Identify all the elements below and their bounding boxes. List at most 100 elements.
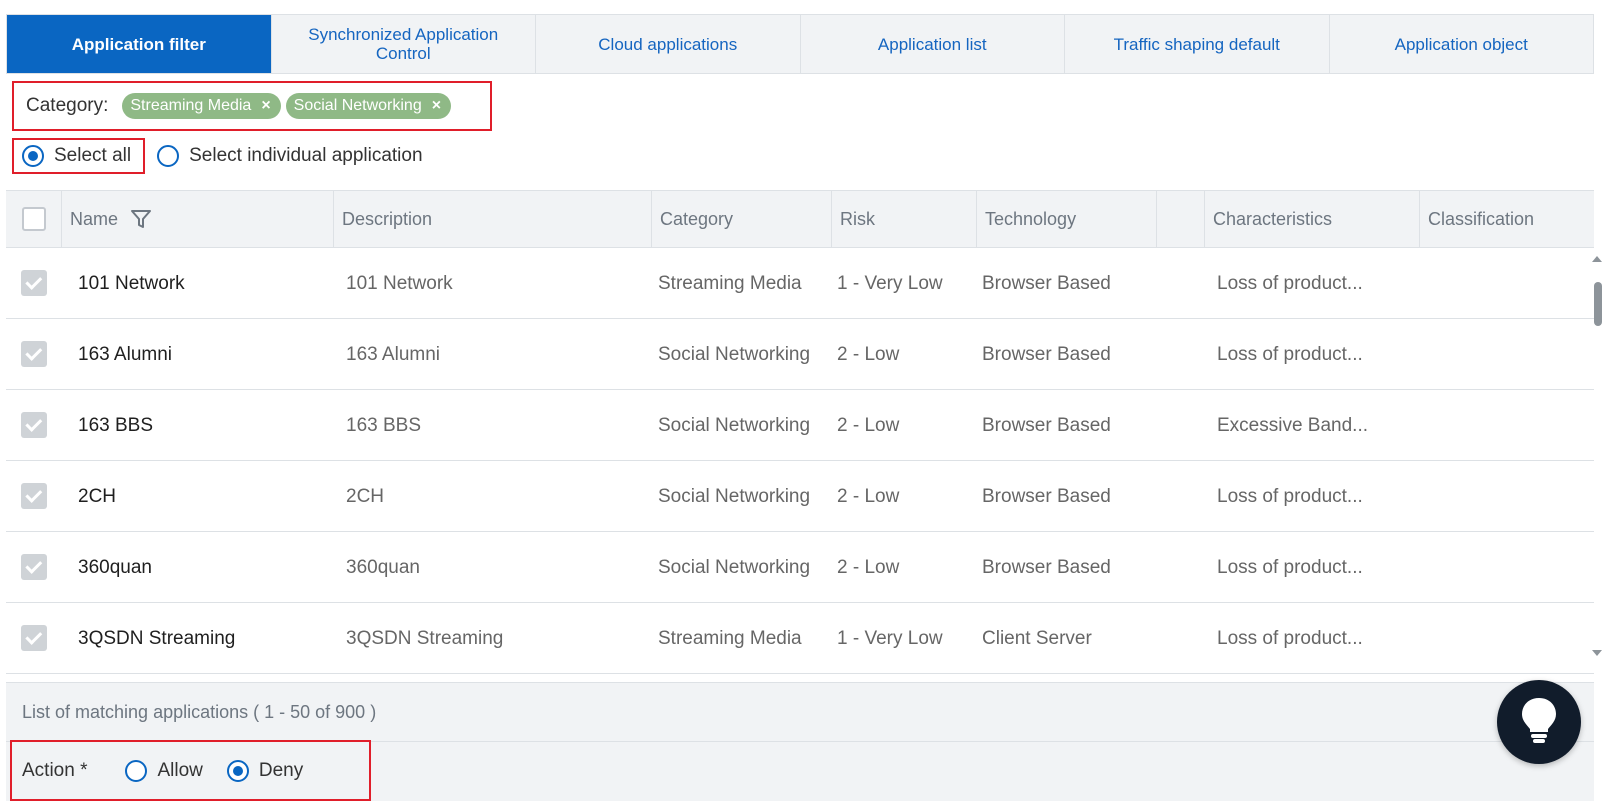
row-risk: 2 - Low [837, 343, 900, 365]
row-name: 360quan [78, 556, 152, 578]
remove-chip-icon[interactable]: × [432, 97, 441, 115]
header-risk[interactable]: Risk [832, 191, 977, 247]
select-all-checkbox[interactable] [21, 207, 46, 231]
row-select-cell [6, 461, 62, 531]
tab-application-filter[interactable]: Application filter [7, 15, 272, 73]
row-name: 163 BBS [78, 414, 153, 436]
table-row[interactable]: 2CH 2CH Social Networking 2 - Low Browser Ba… [6, 461, 1594, 532]
table-body: 101 Network 101 Network Streaming Media 1 -… [6, 248, 1594, 674]
header-characteristics[interactable]: Characteristics [1205, 191, 1420, 247]
scroll-up-icon[interactable] [1592, 256, 1602, 262]
tab-traffic-shaping-default[interactable]: Traffic shaping default [1065, 15, 1330, 73]
matching-applications-count: List of matching applications ( 1 - 50 o… [6, 682, 1594, 742]
category-filter: Category: Streaming Media × Social Netwo… [12, 81, 492, 131]
header-classification[interactable]: Classification [1420, 191, 1594, 247]
radio-unchecked-icon[interactable] [157, 145, 180, 167]
row-characteristics: Loss of product... [1217, 627, 1363, 649]
select-all-label: Select all [54, 145, 132, 166]
row-blank [1157, 532, 1205, 602]
header-select-cell [6, 191, 62, 247]
row-name: 2CH [78, 485, 117, 507]
row-name: 101 Network [78, 272, 185, 294]
row-select-cell [6, 390, 62, 460]
row-category: Social Networking [658, 485, 811, 507]
row-risk: 2 - Low [837, 414, 900, 436]
row-characteristics: Loss of product... [1217, 272, 1363, 294]
tab-application-object[interactable]: Application object [1330, 15, 1594, 73]
row-checkbox[interactable] [21, 625, 47, 651]
row-select-cell [6, 248, 62, 318]
row-blank [1157, 461, 1205, 531]
row-name: 3QSDN Streaming [78, 627, 236, 649]
table-header: Name Description Category Risk Technolog… [6, 191, 1594, 248]
radio-unchecked-icon[interactable] [125, 759, 148, 782]
row-characteristics: Loss of product... [1217, 556, 1363, 578]
chip-label: Streaming Media [130, 97, 252, 114]
chip-label: Social Networking [293, 97, 422, 114]
table-row[interactable]: 101 Network 101 Network Streaming Media 1 -… [6, 248, 1594, 319]
table-row[interactable]: 3QSDN Streaming 3QSDN Streaming Streaming … [6, 603, 1594, 674]
scroll-down-icon[interactable] [1592, 650, 1602, 656]
row-technology: Browser Based [982, 485, 1111, 507]
action-radio-group: Action * Allow Deny [10, 740, 371, 801]
row-select-cell [6, 603, 62, 673]
category-label: Category: [26, 95, 109, 116]
header-name-label: Name [70, 208, 119, 229]
row-technology: Browser Based [982, 272, 1111, 294]
header-blank [1157, 191, 1205, 247]
row-characteristics: Loss of product... [1217, 343, 1363, 365]
row-risk: 1 - Very Low [837, 627, 943, 649]
action-label: Action * [22, 759, 88, 781]
tab-synchronized-application-control[interactable]: Synchronized Application Control [272, 15, 536, 73]
action-deny-radio[interactable]: Deny [226, 759, 304, 782]
select-all-radio[interactable]: Select all [22, 145, 131, 167]
header-technology[interactable]: Technology [977, 191, 1157, 247]
row-category: Social Networking [658, 556, 811, 578]
row-category: Streaming Media [658, 272, 802, 294]
radio-checked-icon[interactable] [22, 145, 44, 167]
deny-label: Deny [258, 759, 304, 781]
row-technology: Browser Based [982, 343, 1111, 365]
row-description: 2CH [346, 485, 385, 507]
table-row[interactable]: 163 Alumni 163 Alumni Social Networking 2 -… [6, 319, 1594, 390]
allow-label: Allow [157, 759, 203, 781]
row-description: 360quan [346, 556, 420, 578]
table-row[interactable]: 360quan 360quan Social Networking 2 - Low Br… [6, 532, 1594, 603]
tab-cloud-applications[interactable]: Cloud applications [536, 15, 801, 73]
radio-checked-icon[interactable] [226, 759, 249, 782]
tab-bar: Application filter Synchronized Applicat… [6, 14, 1594, 74]
tab-application-list[interactable]: Application list [801, 15, 1065, 73]
select-individual-radio[interactable]: Select individual application [157, 145, 423, 167]
row-technology: Browser Based [982, 414, 1111, 436]
row-checkbox[interactable] [21, 554, 47, 580]
row-classification [1420, 319, 1594, 389]
row-checkbox[interactable] [21, 412, 47, 438]
scroll-thumb[interactable] [1594, 282, 1602, 326]
header-name[interactable]: Name [62, 191, 334, 247]
row-technology: Client Server [982, 627, 1092, 649]
header-description[interactable]: Description [334, 191, 652, 247]
row-risk: 2 - Low [837, 556, 900, 578]
row-characteristics: Loss of product... [1217, 485, 1363, 507]
row-checkbox[interactable] [21, 341, 47, 367]
row-blank [1157, 248, 1205, 318]
table-row[interactable]: 163 BBS 163 BBS Social Networking 2 - Low Br… [6, 390, 1594, 461]
row-characteristics: Excessive Band... [1217, 414, 1369, 436]
filter-funnel-icon[interactable] [130, 208, 152, 230]
row-select-cell [6, 319, 62, 389]
row-classification [1420, 390, 1594, 460]
app-window: Application filter Synchronized Applicat… [0, 0, 1602, 801]
lightbulb-icon [1519, 696, 1559, 749]
table-scrollbar[interactable] [1590, 256, 1602, 656]
row-checkbox[interactable] [21, 270, 47, 296]
help-button[interactable] [1497, 680, 1581, 764]
row-blank [1157, 390, 1205, 460]
remove-chip-icon[interactable]: × [261, 97, 270, 115]
row-classification [1420, 248, 1594, 318]
select-all-highlight: Select all [12, 138, 146, 174]
row-description: 101 Network [346, 272, 453, 294]
row-category: Streaming Media [658, 627, 802, 649]
action-allow-radio[interactable]: Allow [125, 759, 203, 782]
row-checkbox[interactable] [21, 483, 47, 509]
header-category[interactable]: Category [652, 191, 832, 247]
